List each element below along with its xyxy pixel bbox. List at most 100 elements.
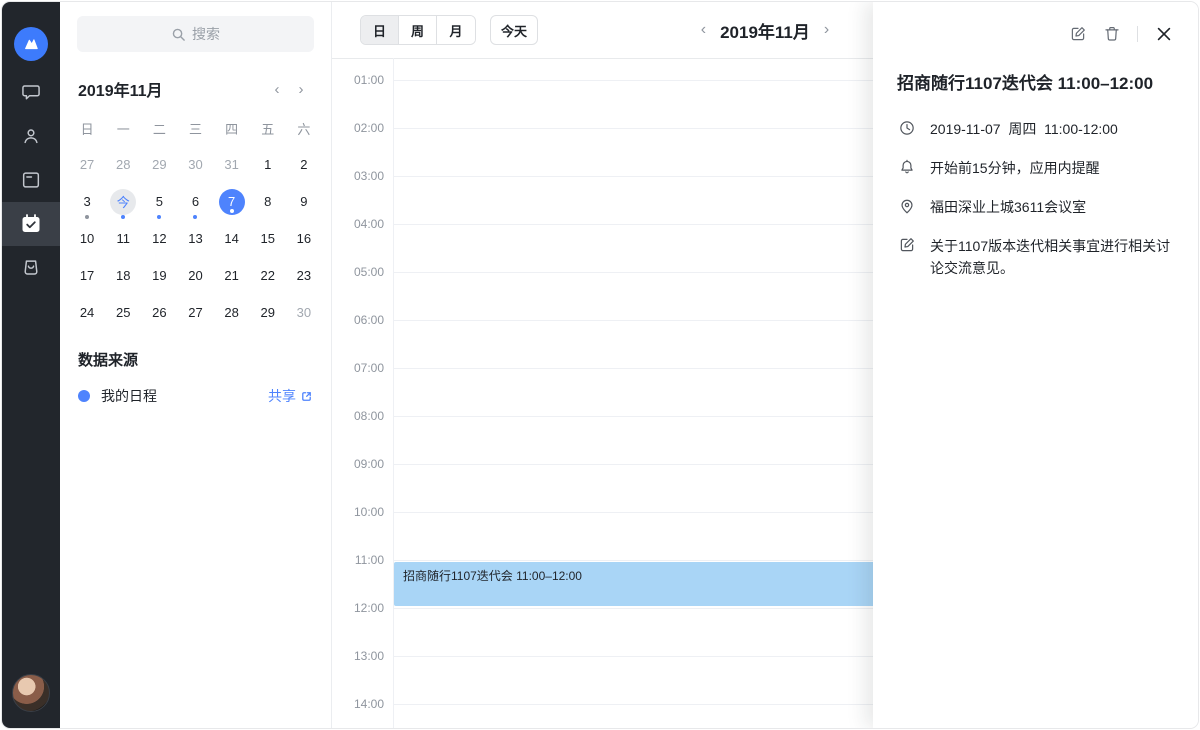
- share-link[interactable]: 共享: [268, 386, 313, 406]
- search-placeholder: 搜索: [192, 24, 220, 44]
- mini-day-number: 3: [74, 189, 100, 215]
- mini-day-29[interactable]: 29: [250, 294, 286, 331]
- event-dot: [121, 215, 125, 219]
- app-rail: [2, 2, 60, 728]
- mini-day-number: 13: [182, 226, 208, 252]
- mini-day-7[interactable]: 7: [214, 183, 250, 220]
- user-avatar[interactable]: [12, 674, 50, 712]
- edit-icon[interactable]: [1069, 25, 1087, 43]
- mini-day-number: 28: [110, 152, 136, 178]
- mini-day-22[interactable]: 22: [250, 257, 286, 294]
- weekday-label: 六: [286, 116, 322, 140]
- mini-day-number: 5: [146, 189, 172, 215]
- mini-day-18[interactable]: 18: [105, 257, 141, 294]
- hour-label: 14:00: [332, 696, 384, 712]
- hour-label: 07:00: [332, 360, 384, 376]
- mini-day-2[interactable]: 2: [286, 146, 322, 183]
- contacts-icon[interactable]: [2, 114, 60, 158]
- docs-icon[interactable]: [2, 158, 60, 202]
- mini-day-27[interactable]: 27: [177, 294, 213, 331]
- event-title: 招商随行1107迭代会 11:00–12:00: [897, 72, 1174, 96]
- detail-row-text: 2019-11-07 周四 11:00-12:00: [930, 118, 1118, 140]
- hour-label: 04:00: [332, 216, 384, 232]
- detail-row: 2019-11-07 周四 11:00-12:00: [897, 118, 1174, 140]
- detail-row: 关于1107版本迭代相关事宜进行相关讨论交流意见。: [897, 235, 1174, 279]
- mini-day-28[interactable]: 28: [105, 146, 141, 183]
- today-button[interactable]: 今天: [490, 15, 538, 45]
- view-tab-week[interactable]: 周: [399, 16, 437, 44]
- mini-day-19[interactable]: 19: [141, 257, 177, 294]
- mini-day-9[interactable]: 9: [286, 183, 322, 220]
- mini-day-number: 10: [74, 226, 100, 252]
- mini-next-month-button[interactable]: ›: [289, 77, 313, 101]
- mini-day-number: 16: [291, 226, 317, 252]
- mini-day-28[interactable]: 28: [214, 294, 250, 331]
- bell-icon: [897, 158, 917, 179]
- mini-day-number: 15: [255, 226, 281, 252]
- location-icon: [897, 197, 917, 218]
- mini-day-number: 6: [182, 189, 208, 215]
- mini-day-17[interactable]: 17: [69, 257, 105, 294]
- event-dot: [157, 215, 161, 219]
- mini-prev-month-button[interactable]: ‹: [265, 77, 289, 101]
- workbench-icon[interactable]: [2, 246, 60, 290]
- mini-day-24[interactable]: 24: [69, 294, 105, 331]
- search-input[interactable]: 搜索: [77, 16, 314, 52]
- weekday-label: 四: [214, 116, 250, 140]
- view-tab-day[interactable]: 日: [361, 16, 399, 44]
- mini-day-今[interactable]: 今: [105, 183, 141, 220]
- mini-day-number: 2: [291, 152, 317, 178]
- mini-day-11[interactable]: 11: [105, 220, 141, 257]
- mini-day-25[interactable]: 25: [105, 294, 141, 331]
- mini-day-5[interactable]: 5: [141, 183, 177, 220]
- detail-row: 福田深业上城3611会议室: [897, 196, 1174, 218]
- mini-day-3[interactable]: 3: [69, 183, 105, 220]
- trash-icon[interactable]: [1103, 25, 1121, 43]
- mini-day-1[interactable]: 1: [250, 146, 286, 183]
- close-icon[interactable]: [1154, 24, 1174, 44]
- day-column-border: [393, 58, 394, 728]
- view-tab-month[interactable]: 月: [437, 16, 475, 44]
- mini-day-number: 1: [255, 152, 281, 178]
- mini-day-26[interactable]: 26: [141, 294, 177, 331]
- mini-day-21[interactable]: 21: [214, 257, 250, 294]
- mini-day-15[interactable]: 15: [250, 220, 286, 257]
- hour-label: 03:00: [332, 168, 384, 184]
- event-detail-rows: 2019-11-07 周四 11:00-12:00 开始前15分钟，应用内提醒福田…: [897, 118, 1174, 279]
- mini-day-23[interactable]: 23: [286, 257, 322, 294]
- external-link-icon: [300, 390, 313, 403]
- mini-day-number: 8: [255, 189, 281, 215]
- calendar-sidebar: 搜索 2019年11月 ‹ › 日一二三四五六 2728293031123今56…: [60, 2, 332, 728]
- mini-day-13[interactable]: 13: [177, 220, 213, 257]
- app-logo[interactable]: [2, 18, 60, 70]
- mini-day-20[interactable]: 20: [177, 257, 213, 294]
- data-sources-title: 数据来源: [78, 349, 313, 370]
- mini-day-14[interactable]: 14: [214, 220, 250, 257]
- calendar-icon[interactable]: [2, 202, 60, 246]
- detail-row: 开始前15分钟，应用内提醒: [897, 157, 1174, 179]
- note-icon: [897, 236, 917, 279]
- mini-day-29[interactable]: 29: [141, 146, 177, 183]
- chat-icon[interactable]: [2, 70, 60, 114]
- mini-day-12[interactable]: 12: [141, 220, 177, 257]
- clock-icon: [897, 119, 917, 140]
- share-label: 共享: [268, 386, 296, 406]
- hour-label: 08:00: [332, 408, 384, 424]
- mini-day-6[interactable]: 6: [177, 183, 213, 220]
- event-dot: [85, 215, 89, 219]
- mini-day-30[interactable]: 30: [286, 294, 322, 331]
- next-period-button[interactable]: ›: [820, 19, 833, 41]
- mini-day-10[interactable]: 10: [69, 220, 105, 257]
- mini-day-31[interactable]: 31: [214, 146, 250, 183]
- detail-row-text: 关于1107版本迭代相关事宜进行相关讨论交流意见。: [930, 235, 1174, 279]
- calendar-source-item[interactable]: 我的日程 共享: [78, 386, 313, 406]
- prev-period-button[interactable]: ‹: [697, 19, 710, 41]
- mini-day-16[interactable]: 16: [286, 220, 322, 257]
- event-dot: [193, 215, 197, 219]
- mini-day-number: 27: [74, 152, 100, 178]
- mini-day-30[interactable]: 30: [177, 146, 213, 183]
- mini-day-8[interactable]: 8: [250, 183, 286, 220]
- mini-day-number: 31: [219, 152, 245, 178]
- mini-day-27[interactable]: 27: [69, 146, 105, 183]
- weekday-label: 一: [105, 116, 141, 140]
